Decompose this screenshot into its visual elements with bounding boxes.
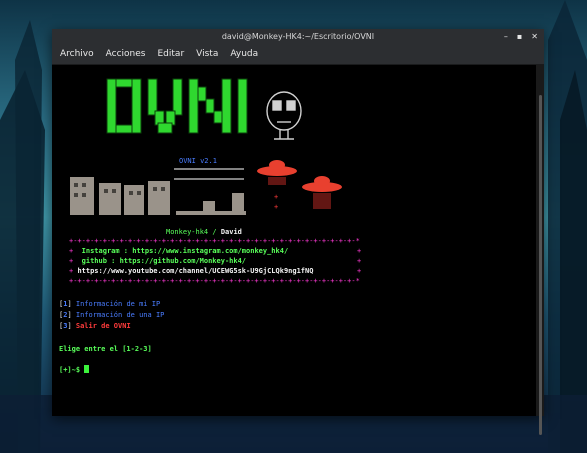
scrollbar-thumb[interactable] [539,95,542,435]
menu-editar[interactable]: Editar [158,49,185,59]
ufo-icon: + + [257,160,297,211]
author-name: David [220,228,242,236]
menu-ayuda[interactable]: Ayuda [230,49,258,59]
box-border-bottom: +-+-+-+-+-+-+-+-+-+-+-+-+-+-+-+-+-+-+-+-… [69,277,360,285]
close-icon[interactable]: ✕ [531,29,538,44]
box-line: + Instagram : https://www.instagram.com/… [69,247,289,255]
menu-option: [3] Salir de OVNI [59,322,131,330]
box-line-suffix: + [357,247,362,255]
menu-option: [2] Información de una IP [59,311,165,319]
menu-vista[interactable]: Vista [196,49,218,59]
menu-acciones[interactable]: Acciones [106,49,146,59]
minimize-icon[interactable]: – [504,29,508,44]
window-title: david@Monkey-HK4:~/Escritorio/OVNI [221,32,375,41]
author-line: Monkey-hk4 / David [166,228,242,236]
ufo-icon [302,176,342,209]
svg-text:+: + [274,203,278,211]
box-line: + github : https://github.com/Monkey-hk4… [69,257,247,265]
cursor [84,365,90,373]
choice-prompt: Elige entre el [1-2-3] [59,345,152,353]
menu-option: [1] Información de mi IP [59,300,161,308]
author-separator: / [208,228,221,236]
title-bar[interactable]: david@Monkey-HK4:~/Escritorio/OVNI – ▪ ✕ [52,29,544,44]
terminal-window[interactable]: david@Monkey-HK4:~/Escritorio/OVNI – ▪ ✕… [52,29,544,435]
shell-prompt: [+]~$ [59,366,81,374]
box-border-top: +-+-+-+-+-+-+-+-+-+-+-+-+-+-+-+-+-+-+-+-… [69,237,360,245]
menu-bar: Archivo Acciones Editar Vista Ayuda [52,44,544,65]
maximize-icon[interactable]: ▪ [517,29,522,44]
version-label: OVNI v2.1 [179,157,217,165]
menu-archivo[interactable]: Archivo [60,49,94,59]
terminal-output[interactable]: + + OVNI v2.1 Monkey-hk4 / David +-+-+-+… [52,65,536,416]
box-line: + https://www.youtube.com/channel/UCEWG5… [69,267,314,275]
box-line-suffix: + [357,267,362,275]
city-skyline-art [70,177,246,215]
box-line-suffix: + [357,257,362,265]
alien-face-art [266,91,302,140]
scrollbar[interactable] [536,65,544,435]
ovni-logo [106,78,248,134]
svg-text:+: + [274,193,278,201]
ascii-banner: + + [70,78,342,215]
shell-prompt-line[interactable]: [+]~$ [59,365,90,374]
author-host: Monkey-hk4 [166,228,209,236]
